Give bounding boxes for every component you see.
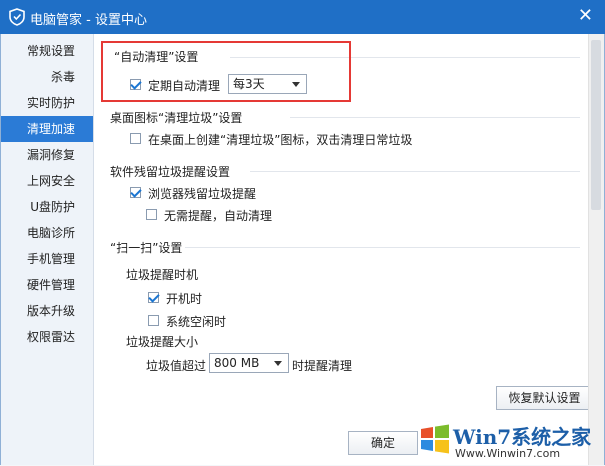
watermark-brand: Win7系统之家 [453, 425, 592, 449]
section-divider [250, 171, 580, 172]
watermark-url: Www.Winwin7.com [455, 447, 561, 460]
sidebar-item-antivirus[interactable]: 杀毒 [1, 64, 93, 90]
boot-label: 开机时 [166, 292, 203, 306]
boot-checkbox[interactable] [148, 292, 159, 303]
desktop-icon-section-title: 桌面图标“清理垃圾”设置 [110, 111, 243, 125]
sidebar-item-usb-protection[interactable]: U盘防护 [1, 194, 93, 220]
auto-clean-residual-checkbox[interactable] [146, 209, 157, 220]
sidebar-item-web-security[interactable]: 上网安全 [1, 168, 93, 194]
size-suffix-label: 时提醒清理 [292, 359, 353, 373]
desktop-icon-checkbox[interactable] [130, 133, 141, 144]
sidebar-item-phone-manager[interactable]: 手机管理 [1, 246, 93, 272]
browser-residual-label: 浏览器残留垃圾提醒 [148, 187, 257, 201]
size-value: 800 MB [214, 356, 260, 370]
scrollbar[interactable] [588, 34, 604, 465]
size-threshold-select[interactable]: 800 MB [209, 353, 289, 373]
residual-section-title: 软件残留垃圾提醒设置 [110, 165, 231, 179]
sidebar-item-version-upgrade[interactable]: 版本升级 [1, 298, 93, 324]
title-bar: 电脑管家 - 设置中心 ✕ [0, 0, 605, 34]
shield-logo-icon [9, 8, 25, 26]
scan-section-title: “扫一扫”设置 [110, 241, 183, 255]
idle-label: 系统空闲时 [166, 315, 227, 329]
desktop-icon-label: 在桌面上创建“清理垃圾”图标，双击清理日常垃圾 [148, 133, 413, 147]
idle-checkbox[interactable] [148, 315, 159, 326]
sidebar-item-general[interactable]: 常规设置 [1, 38, 93, 64]
sidebar-item-realtime-protection[interactable]: 实时防护 [1, 90, 93, 116]
section-divider [185, 247, 580, 248]
watermark: Win7系统之家 Www.Winwin7.com [415, 417, 603, 463]
scan-size-title: 垃圾提醒大小 [126, 335, 199, 349]
sidebar: 常规设置 杀毒 实时防护 清理加速 漏洞修复 上网安全 U盘防护 电脑诊所 手机… [1, 34, 94, 465]
window-title: 电脑管家 - 设置中心 [30, 13, 147, 28]
auto-clean-residual-label: 无需提醒，自动清理 [164, 209, 273, 223]
windows-flag-icon [421, 424, 449, 454]
browser-residual-checkbox[interactable] [130, 187, 141, 198]
sidebar-item-clean-speedup[interactable]: 清理加速 [1, 116, 93, 142]
sidebar-item-hardware-manager[interactable]: 硬件管理 [1, 272, 93, 298]
restore-default-button[interactable]: 恢复默认设置 [496, 386, 593, 410]
sidebar-item-pc-clinic[interactable]: 电脑诊所 [1, 220, 93, 246]
scrollbar-thumb[interactable] [591, 40, 601, 210]
sidebar-item-vulnerability-fix[interactable]: 漏洞修复 [1, 142, 93, 168]
size-prefix-label: 垃圾值超过 [146, 359, 207, 373]
section-divider [290, 117, 580, 118]
chevron-down-icon [274, 361, 282, 366]
close-icon[interactable]: ✕ [578, 6, 593, 26]
scan-timing-title: 垃圾提醒时机 [126, 268, 199, 282]
highlight-annotation [101, 41, 351, 102]
sidebar-item-permission-radar[interactable]: 权限雷达 [1, 324, 93, 350]
ok-button[interactable]: 确定 [348, 431, 418, 455]
